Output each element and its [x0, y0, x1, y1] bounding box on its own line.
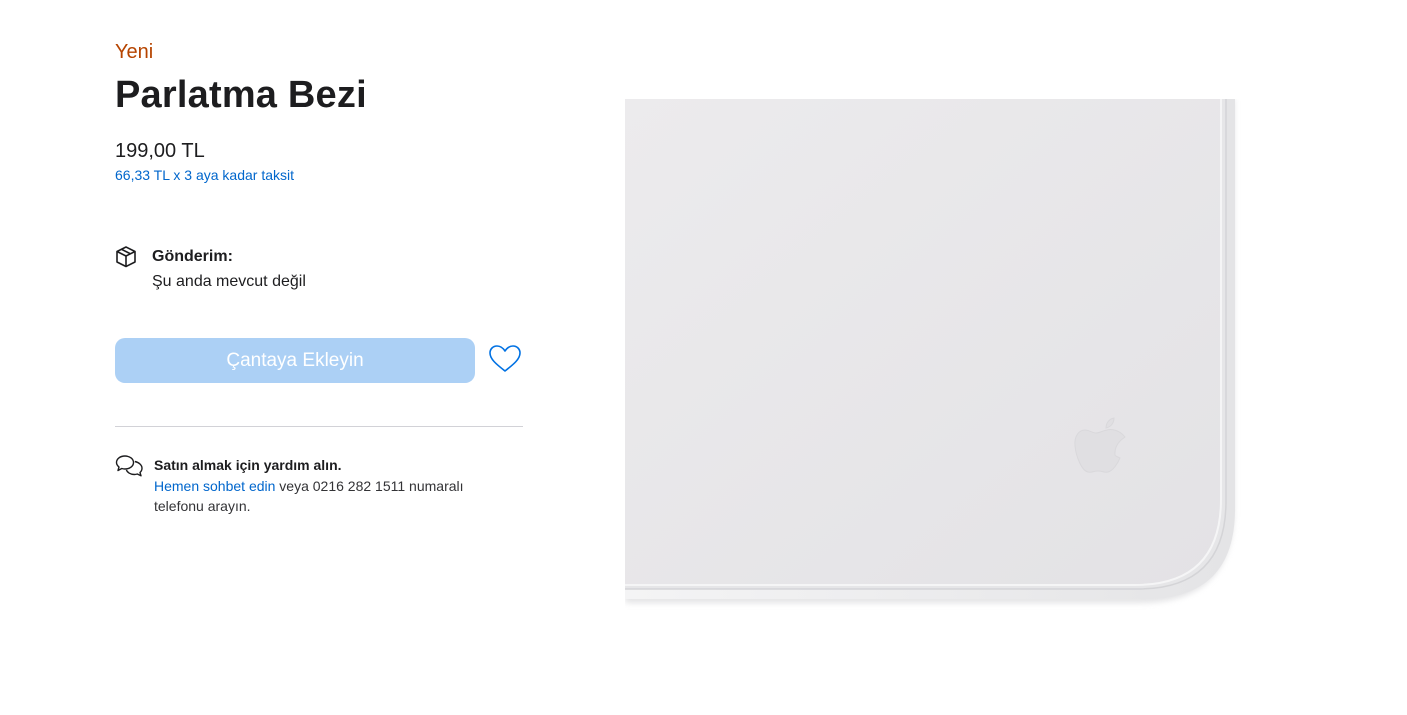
favorite-button[interactable] — [487, 342, 523, 378]
chat-bubbles-icon — [115, 454, 143, 478]
delivery-label: Gönderim: — [152, 248, 233, 265]
divider — [115, 426, 523, 427]
new-badge: Yeni — [115, 41, 154, 63]
box-icon — [115, 245, 137, 269]
product-page: Yeni Parlatma Bezi 199,00 TL 66,33 TL x … — [0, 0, 1407, 715]
add-to-bag-button[interactable]: Çantaya Ekleyin — [115, 338, 475, 383]
help-title: Satın almak için yardım alın. — [154, 457, 342, 473]
delivery-status: Şu anda mevcut değil — [152, 273, 306, 290]
polishing-cloth-image — [625, 99, 1245, 611]
help-text: Hemen sohbet edin veya 0216 282 1511 num… — [154, 476, 514, 516]
product-price: 199,00 TL — [115, 140, 205, 162]
heart-icon — [488, 344, 522, 377]
installment-link[interactable]: 66,33 TL x 3 aya kadar taksit — [115, 166, 294, 184]
product-title: Parlatma Bezi — [115, 74, 367, 116]
chat-now-link[interactable]: Hemen sohbet edin — [154, 478, 275, 494]
